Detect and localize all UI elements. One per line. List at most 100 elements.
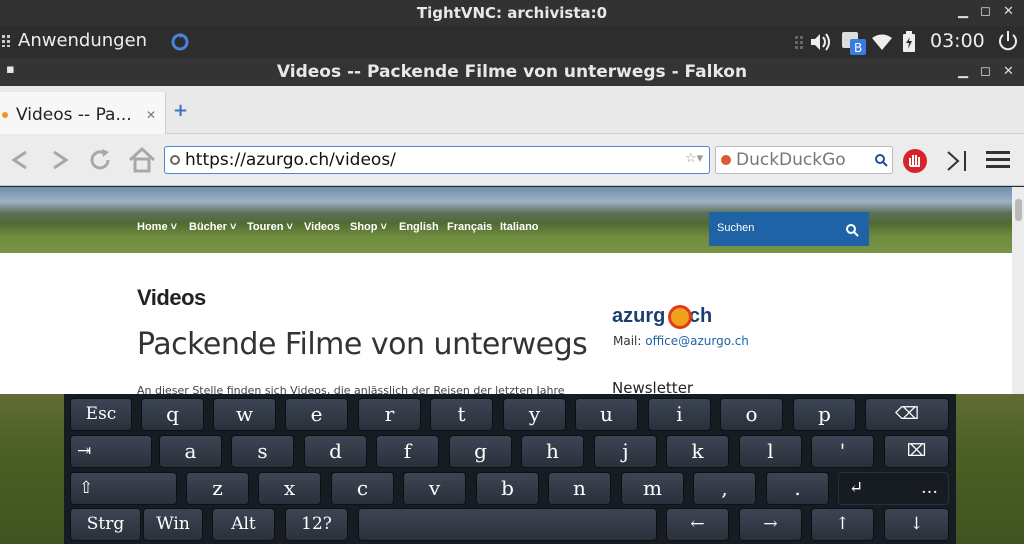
key-e[interactable]: e [285,398,348,431]
key-s[interactable]: s [231,435,294,468]
key-o[interactable]: o [720,398,783,431]
address-text[interactable]: https://azurgo.ch/videos/ [185,150,396,170]
sidebar-toggle-icon[interactable] [944,148,970,174]
site-search-box[interactable]: Suchen [709,212,869,246]
panel-clock[interactable]: 03:00 [930,30,985,52]
key-w[interactable]: w [213,398,276,431]
key-ctrl[interactable]: Strg [70,508,141,541]
enter-icon: ↵ [849,478,864,498]
site-nav-francais[interactable]: Français [447,221,492,233]
search-placeholder[interactable]: DuckDuckGo [736,150,846,170]
key-up[interactable]: ↑ [811,508,874,541]
key-p[interactable]: p [793,398,856,431]
key-esc[interactable]: Esc [70,398,132,431]
site-nav-italiano[interactable]: Italiano [500,221,539,233]
key-apostrophe[interactable]: ' [811,435,874,468]
site-nav-buecher[interactable]: Bücher ˅ [189,221,236,233]
logo-sun-icon [671,308,689,326]
key-down[interactable]: ↓ [884,508,949,541]
key-z[interactable]: z [186,472,249,505]
key-period[interactable]: . [766,472,829,505]
wifi-icon[interactable] [872,34,892,50]
key-t[interactable]: t [430,398,493,431]
key-j[interactable]: j [594,435,657,468]
key-c[interactable]: c [331,472,394,505]
key-left[interactable]: ← [666,508,729,541]
key-right[interactable]: → [739,508,802,541]
key-shift[interactable]: ⇧ [70,472,177,505]
applications-menu[interactable]: Anwendungen [18,30,147,51]
key-b[interactable]: b [476,472,539,505]
logo-text-left: azurg [612,305,666,327]
search-engine-field[interactable]: DuckDuckGo [715,146,893,174]
desktop-panel: Anwendungen B 03:00 [0,26,1024,58]
key-f[interactable]: f [376,435,439,468]
page-scrollbar[interactable] [1012,187,1024,394]
search-icon[interactable] [874,153,888,167]
battery-icon[interactable] [902,31,916,53]
key-enter[interactable]: ↵… [838,472,949,505]
site-search-icon[interactable] [845,223,859,237]
address-bar[interactable]: https://azurgo.ch/videos/ ☆▾ [164,146,710,174]
reload-icon[interactable] [84,144,116,176]
home-icon[interactable] [126,144,158,176]
key-l[interactable]: l [739,435,802,468]
new-tab-button[interactable]: + [173,100,188,121]
key-n[interactable]: n [548,472,611,505]
key-m[interactable]: m [621,472,684,505]
refresh-app-icon[interactable] [170,31,190,53]
key-g[interactable]: g [449,435,512,468]
key-v[interactable]: v [403,472,466,505]
mail-label: Mail: [613,334,646,348]
site-nav-label: Home [137,221,168,233]
key-comma[interactable]: , [693,472,756,505]
azurgo-logo[interactable]: azurg .ch [612,305,712,328]
vnc-maximize-button[interactable]: ◻ [980,4,991,19]
contact-mail: Mail: office@azurgo.ch [613,334,749,348]
back-icon[interactable] [4,144,36,176]
browser-window-title: Videos -- Packende Filme von unterwegs -… [276,62,748,82]
key-backspace[interactable]: ⌫ [865,398,949,431]
forward-icon[interactable] [44,144,76,176]
more-keys-icon: … [921,478,938,498]
mail-link[interactable]: office@azurgo.ch [645,334,749,348]
site-nav-shop[interactable]: Shop ˅ [350,221,387,233]
site-nav-home[interactable]: Home ˅ [137,221,177,233]
key-i[interactable]: i [648,398,711,431]
site-nav-touren[interactable]: Touren ˅ [247,221,293,233]
vnc-minimize-button[interactable]: ▁ [958,4,968,19]
scrollbar-thumb[interactable] [1015,199,1022,221]
key-x[interactable]: x [258,472,321,505]
apps-grid-icon [2,35,10,47]
site-info-icon[interactable] [170,155,180,165]
browser-minimize-button[interactable]: ▁ [958,64,968,79]
key-h[interactable]: h [521,435,584,468]
browser-close-button[interactable]: ✕ [1003,64,1014,79]
key-win[interactable]: Win [143,508,203,541]
key-d[interactable]: d [304,435,367,468]
tab-close-icon[interactable]: ✕ [146,108,156,122]
key-u[interactable]: u [575,398,638,431]
vnc-close-button[interactable]: ✕ [1003,4,1014,19]
key-k[interactable]: k [666,435,729,468]
key-a[interactable]: a [159,435,222,468]
adblock-icon[interactable] [902,148,928,174]
site-nav-english[interactable]: English [399,221,439,233]
key-alt[interactable]: Alt [212,508,275,541]
tab-videos[interactable]: Videos -- Pa... ✕ [0,92,166,134]
key-numbers[interactable]: 12? [285,508,348,541]
main-menu-icon[interactable] [984,148,1012,172]
key-tab[interactable]: ⇥ [70,435,152,468]
browser-maximize-button[interactable]: ◻ [980,64,991,79]
key-r[interactable]: r [358,398,421,431]
site-nav-videos[interactable]: Videos [304,221,340,233]
volume-icon[interactable] [809,32,831,52]
key-q[interactable]: q [141,398,204,431]
key-y[interactable]: y [503,398,566,431]
bluetooth-badge-icon[interactable]: B [840,30,868,56]
key-delete[interactable]: ⌧ [884,435,949,468]
power-icon[interactable] [997,30,1019,52]
bookmark-star-icon[interactable]: ☆▾ [685,151,703,166]
site-search-placeholder[interactable]: Suchen [717,222,754,234]
key-space[interactable] [358,508,657,541]
